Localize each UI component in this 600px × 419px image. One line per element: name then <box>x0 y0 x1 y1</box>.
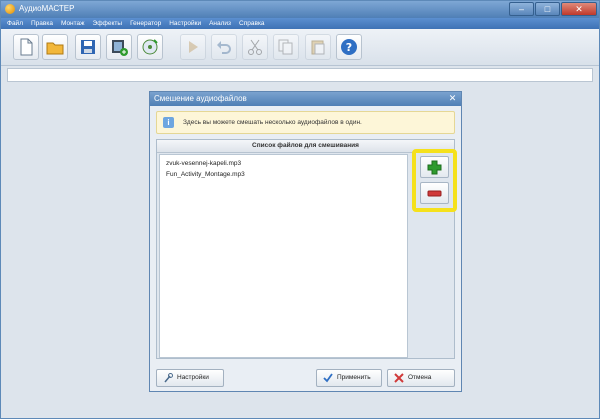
list-item[interactable]: Fun_Activity_Montage.mp3 <box>160 169 407 180</box>
menu-file[interactable]: Файл <box>7 18 23 29</box>
film-add-icon <box>112 40 128 56</box>
app-window: АудиоМАСТЕР – □ ✕ Файл Правка Монтаж Эфф… <box>0 0 600 419</box>
hint-text: Здесь вы можете смешать несколько аудиоф… <box>183 119 362 126</box>
folder-icon <box>46 42 64 55</box>
video-add-button[interactable] <box>106 34 132 60</box>
minus-icon <box>427 190 442 197</box>
cancel-button[interactable]: Отмена <box>387 369 455 387</box>
list-item[interactable]: zvuk-vesennej-kapeli.mp3 <box>160 158 407 169</box>
cd-record-icon <box>142 39 158 55</box>
checkmark-icon <box>323 373 333 383</box>
info-icon: i <box>163 117 174 128</box>
new-file-button[interactable] <box>13 34 39 60</box>
info-bar <box>7 68 593 82</box>
play-marker-button[interactable] <box>180 34 206 60</box>
apply-button[interactable]: Применить <box>316 369 382 387</box>
file-list[interactable]: zvuk-vesennej-kapeli.mp3 Fun_Activity_Mo… <box>159 154 408 358</box>
open-folder-button[interactable] <box>42 34 68 60</box>
paste-icon <box>311 40 325 55</box>
paste-button[interactable] <box>305 34 331 60</box>
undo-icon <box>217 41 231 54</box>
dialog-title-bar: Смешение аудиофайлов ✕ <box>150 92 461 106</box>
menu-bar: Файл Правка Монтаж Эффекты Генератор Нас… <box>1 18 599 29</box>
settings-label: Настройки <box>177 374 209 381</box>
dialog-close-icon[interactable]: ✕ <box>447 93 458 104</box>
settings-button[interactable]: Настройки <box>156 369 224 387</box>
app-logo-icon <box>5 4 15 14</box>
close-window-button[interactable]: ✕ <box>561 2 597 16</box>
app-title: АудиоМАСТЕР <box>19 4 75 13</box>
remove-file-button[interactable] <box>420 182 449 204</box>
menu-effects[interactable]: Эффекты <box>93 18 123 29</box>
toolbar: ? <box>1 29 599 66</box>
dialog-title: Смешение аудиофайлов <box>154 94 247 103</box>
new-file-icon <box>20 38 33 56</box>
save-button[interactable] <box>75 34 101 60</box>
tools-icon <box>164 373 173 383</box>
play-marker-icon <box>189 41 198 53</box>
menu-help[interactable]: Справка <box>239 18 265 29</box>
copy-icon <box>278 39 293 55</box>
hint-box: i Здесь вы можете смешать несколько ауди… <box>156 111 455 134</box>
minimize-button[interactable]: – <box>509 2 534 16</box>
help-button[interactable]: ? <box>336 34 362 60</box>
file-list-panel: Список файлов для смешивания zvuk-vesenn… <box>156 139 457 359</box>
scissors-icon <box>248 39 262 55</box>
undo-button[interactable] <box>211 34 237 60</box>
svg-text:?: ? <box>346 41 352 54</box>
dialog-footer: Настройки Применить Отмена <box>150 365 461 391</box>
floppy-icon <box>81 40 95 54</box>
menu-montage[interactable]: Монтаж <box>61 18 85 29</box>
file-list-header: Список файлов для смешивания <box>157 140 454 153</box>
cross-icon <box>394 373 404 383</box>
menu-generator[interactable]: Генератор <box>130 18 161 29</box>
title-bar: АудиоМАСТЕР – □ ✕ <box>1 1 599 18</box>
record-button[interactable] <box>137 34 163 60</box>
maximize-button[interactable]: □ <box>535 2 560 16</box>
plus-icon <box>427 160 442 175</box>
menu-settings[interactable]: Настройки <box>169 18 201 29</box>
apply-label: Применить <box>337 374 371 381</box>
copy-button[interactable] <box>273 34 299 60</box>
help-icon: ? <box>341 39 357 55</box>
highlight-frame <box>412 149 457 212</box>
menu-analysis[interactable]: Анализ <box>209 18 231 29</box>
menu-edit[interactable]: Правка <box>31 18 53 29</box>
cut-button[interactable] <box>242 34 268 60</box>
add-file-button[interactable] <box>420 156 449 178</box>
cancel-label: Отмена <box>408 374 432 381</box>
mix-dialog: Смешение аудиофайлов ✕ i Здесь вы можете… <box>149 91 462 392</box>
